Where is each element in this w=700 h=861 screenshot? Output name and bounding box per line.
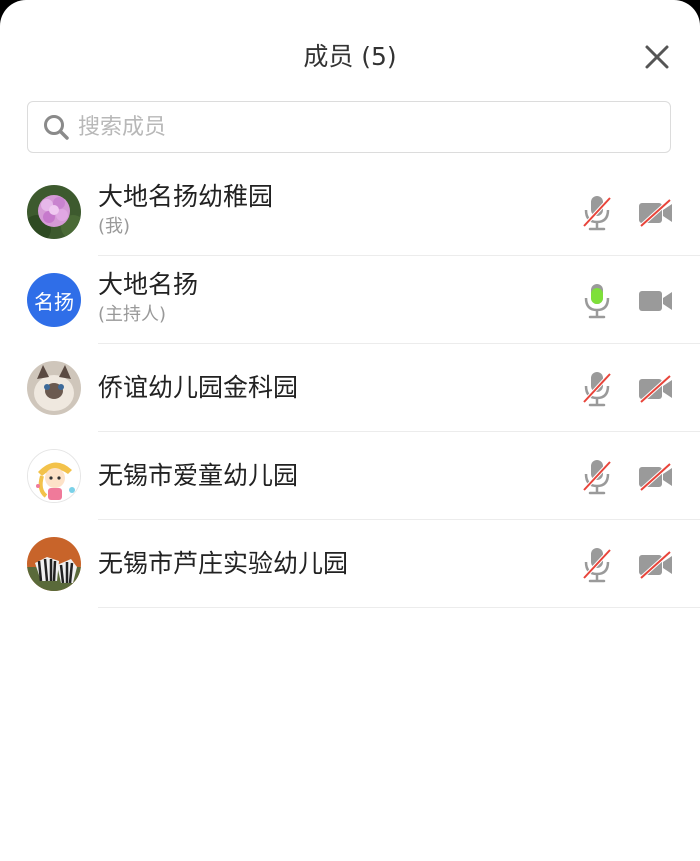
camera-toggle[interactable] xyxy=(638,198,674,228)
divider xyxy=(98,607,700,608)
mic-active-icon xyxy=(584,284,610,319)
avatar xyxy=(27,361,81,415)
member-name: 大地名扬幼稚园 xyxy=(98,182,274,211)
mic-toggle[interactable] xyxy=(580,458,614,496)
mic-toggle[interactable] xyxy=(580,194,614,232)
camera-off-icon xyxy=(639,198,672,228)
mic-muted-icon xyxy=(582,372,612,407)
mic-muted-icon xyxy=(582,460,612,495)
member-row[interactable]: 名扬 大地名扬 (主持人) xyxy=(0,256,700,344)
member-name: 侨谊幼儿园金科园 xyxy=(98,373,299,402)
camera-toggle[interactable] xyxy=(638,374,674,404)
search-input[interactable] xyxy=(78,114,638,140)
avatar xyxy=(27,537,81,591)
members-sheet: 成员 (5) 搜索成员 大地名扬幼稚园 (我) 名扬 大地名扬 (主持人) 侨谊… xyxy=(0,0,700,861)
member-name: 大地名扬 xyxy=(98,270,199,299)
member-row[interactable]: 无锡市爱童幼儿园 xyxy=(0,432,700,520)
camera-toggle[interactable] xyxy=(638,286,674,316)
avatar xyxy=(27,185,81,239)
mic-toggle[interactable] xyxy=(580,546,614,584)
camera-toggle[interactable] xyxy=(638,462,674,492)
mic-toggle[interactable] xyxy=(580,370,614,408)
page-title: 成员 (5) xyxy=(303,42,397,71)
mic-muted-icon xyxy=(582,548,612,583)
member-row[interactable]: 无锡市芦庄实验幼儿园 xyxy=(0,520,700,608)
search-box[interactable] xyxy=(27,101,671,153)
avatar: 名扬 xyxy=(27,273,81,327)
camera-icon xyxy=(639,291,672,311)
member-role: (主持人) xyxy=(98,304,167,325)
member-name: 无锡市爱童幼儿园 xyxy=(98,461,299,490)
camera-off-icon xyxy=(639,374,672,404)
close-button[interactable] xyxy=(640,40,674,74)
member-row[interactable]: 大地名扬幼稚园 (我) xyxy=(0,168,700,256)
member-name: 无锡市芦庄实验幼儿园 xyxy=(98,549,349,578)
mic-muted-icon xyxy=(582,196,612,231)
camera-off-icon xyxy=(639,462,672,492)
member-row[interactable]: 侨谊幼儿园金科园 xyxy=(0,344,700,432)
camera-off-icon xyxy=(639,550,672,580)
member-role: (我) xyxy=(98,216,131,237)
member-list: 大地名扬幼稚园 (我) 名扬 大地名扬 (主持人) 侨谊幼儿园金科园 无锡市爱童… xyxy=(0,168,700,608)
search-icon xyxy=(42,113,70,141)
camera-toggle[interactable] xyxy=(638,550,674,580)
close-icon xyxy=(645,45,669,69)
mic-toggle[interactable] xyxy=(580,282,614,320)
header: 成员 (5) xyxy=(0,0,700,116)
avatar xyxy=(27,449,81,503)
